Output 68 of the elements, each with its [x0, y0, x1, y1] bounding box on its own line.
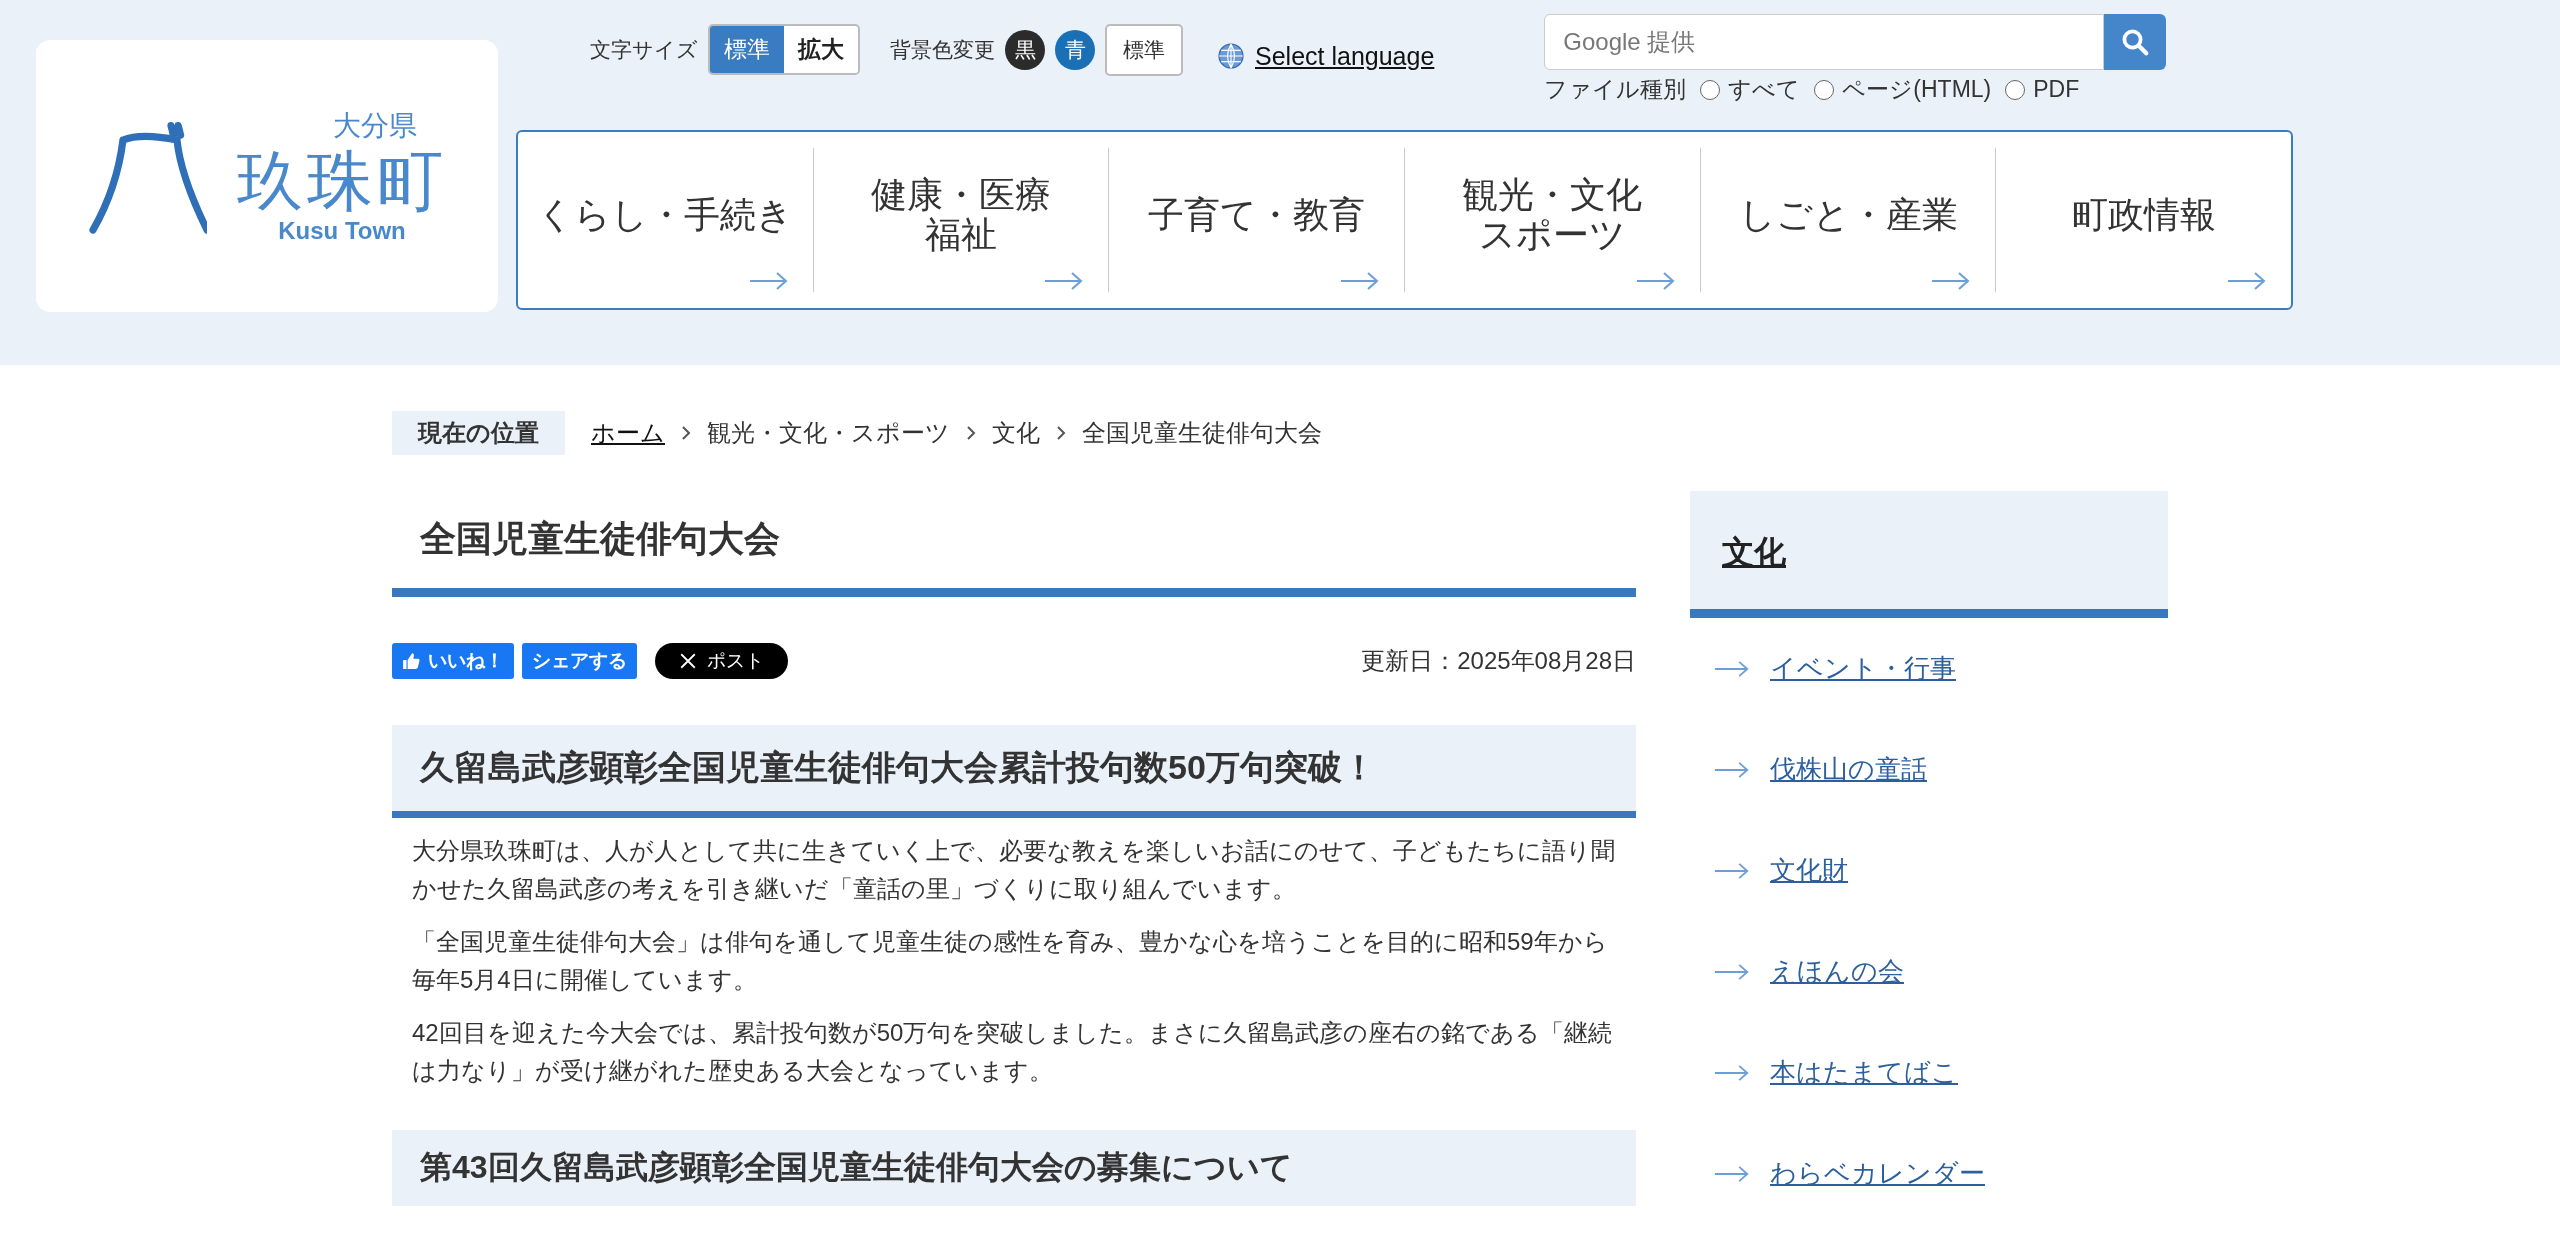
nav-link[interactable]: しごと・産業: [1738, 195, 1958, 235]
search-icon: [2120, 27, 2151, 57]
standard-color-button[interactable]: 標準: [1105, 24, 1183, 76]
breadcrumb-item: 観光・文化・スポーツ: [707, 418, 950, 448]
sidebar-link[interactable]: わらベカレンダー: [1770, 1156, 1985, 1191]
nav-link[interactable]: 観光・文化 スポーツ: [1462, 175, 1643, 255]
text-size-label: 文字サイズ: [590, 37, 698, 63]
page-title: 全国児童生徒俳句大会: [392, 497, 1636, 597]
search-button[interactable]: [2104, 14, 2167, 70]
breadcrumb-item: 全国児童生徒俳句大会: [1082, 418, 1322, 448]
radio-label: ページ(HTML): [1842, 75, 1992, 104]
section-heading: 第43回久留島武彦顕彰全国児童生徒俳句大会の募集について: [392, 1130, 1636, 1207]
chevron-icon: [1056, 425, 1066, 441]
file-type-label: ファイル種別: [1544, 75, 1687, 104]
x-mark-icon: [679, 652, 697, 670]
arrow-icon: [1931, 270, 1972, 292]
arrow-icon: [1714, 759, 1750, 780]
radio-label: PDF: [2033, 76, 2080, 103]
town-romaji: Kusu Town: [278, 217, 406, 246]
prefecture-name: 大分県: [333, 108, 417, 143]
chevron-icon: [681, 425, 691, 441]
text-size-button[interactable]: 標準: [710, 26, 784, 73]
search-field[interactable]: Google 提供: [1544, 14, 2105, 70]
updated-date: 更新日：2025年08月28日: [1361, 646, 1636, 676]
section-heading: 久留島武彦顕彰全国児童生徒俳句大会累計投句数50万句突破！: [392, 725, 1636, 818]
town-name: 玖珠町: [237, 144, 447, 218]
background-color-button[interactable]: 黒: [1005, 30, 1045, 70]
background-color-label: 背景色変更: [890, 37, 995, 63]
breadcrumb-item: 文化: [992, 418, 1040, 448]
arrow-icon: [1714, 1163, 1750, 1184]
arrow-icon: [1044, 270, 1085, 292]
nav-link[interactable]: 健康・医療 福祉: [871, 175, 1051, 255]
arrow-icon: [1714, 1062, 1750, 1083]
radio-button[interactable]: [2005, 79, 2026, 100]
arrow-icon: [2227, 270, 2268, 292]
nav-link[interactable]: 子育て・教育: [1148, 195, 1366, 235]
radio-button[interactable]: [1700, 79, 1721, 100]
arrow-icon: [748, 270, 789, 292]
globe-icon: [1217, 42, 1245, 70]
logo-card[interactable]: 大分県 玖珠町 Kusu Town: [36, 40, 498, 312]
sidebar-link[interactable]: 伐株山の童話: [1770, 752, 1927, 787]
radio-label: すべて: [1728, 75, 1801, 104]
chevron-icon: [966, 425, 976, 441]
thumbs-up-icon: [402, 652, 420, 670]
text-size-button[interactable]: 拡大: [784, 26, 858, 73]
nav-link[interactable]: くらし・手続き: [537, 195, 794, 235]
like-button[interactable]: いいね！: [392, 643, 514, 679]
breadcrumb-link[interactable]: ホーム: [591, 417, 665, 449]
arrow-icon: [1714, 961, 1750, 982]
share-button[interactable]: シェアする: [522, 643, 637, 679]
sidebar-link[interactable]: 本はたまてばこ: [1770, 1055, 1958, 1090]
sidebar-heading-link[interactable]: 文化: [1722, 534, 1786, 570]
arrow-icon: [1635, 270, 1676, 292]
sidebar-link[interactable]: えほんの会: [1770, 954, 1904, 989]
arrow-icon: [1714, 860, 1750, 881]
nav-link[interactable]: 町政情報: [2071, 195, 2216, 235]
arrow-icon: [1714, 658, 1750, 679]
arrow-icon: [1340, 270, 1380, 292]
sidebar-link[interactable]: イベント・行事: [1770, 651, 1956, 686]
paragraph: 42回目を迎えた今大会では、累計投句数が50万句を突破しました。まさに久留島武彦の座右の銘である「継続は力なり」が受け継がれた歴史ある大会となっています。: [411, 1017, 1614, 1086]
sidebar-link[interactable]: 文化財: [1770, 853, 1848, 888]
post-button[interactable]: ポスト: [655, 643, 788, 679]
background-color-button[interactable]: 青: [1055, 30, 1095, 70]
radio-button[interactable]: [1814, 79, 1835, 100]
select-language-link[interactable]: Select language: [1255, 42, 1435, 71]
paragraph: 大分県玖珠町は、人が人として共に生きていく上で、必要な教えを楽しいお話にのせて、子どもたちに語り聞かせた久留島武彦の考えを引き継いだ「童話の里」づくりに取り組んでいます。: [411, 836, 1616, 905]
paragraph: 「全国児童生徒俳句大会」は俳句を通して児童生徒の感性を育み、豊かな心を培うことを目的に昭和59年から毎年5月4日に開催しています。: [411, 926, 1609, 996]
breadcrumb-label: 現在の位置: [392, 411, 565, 455]
